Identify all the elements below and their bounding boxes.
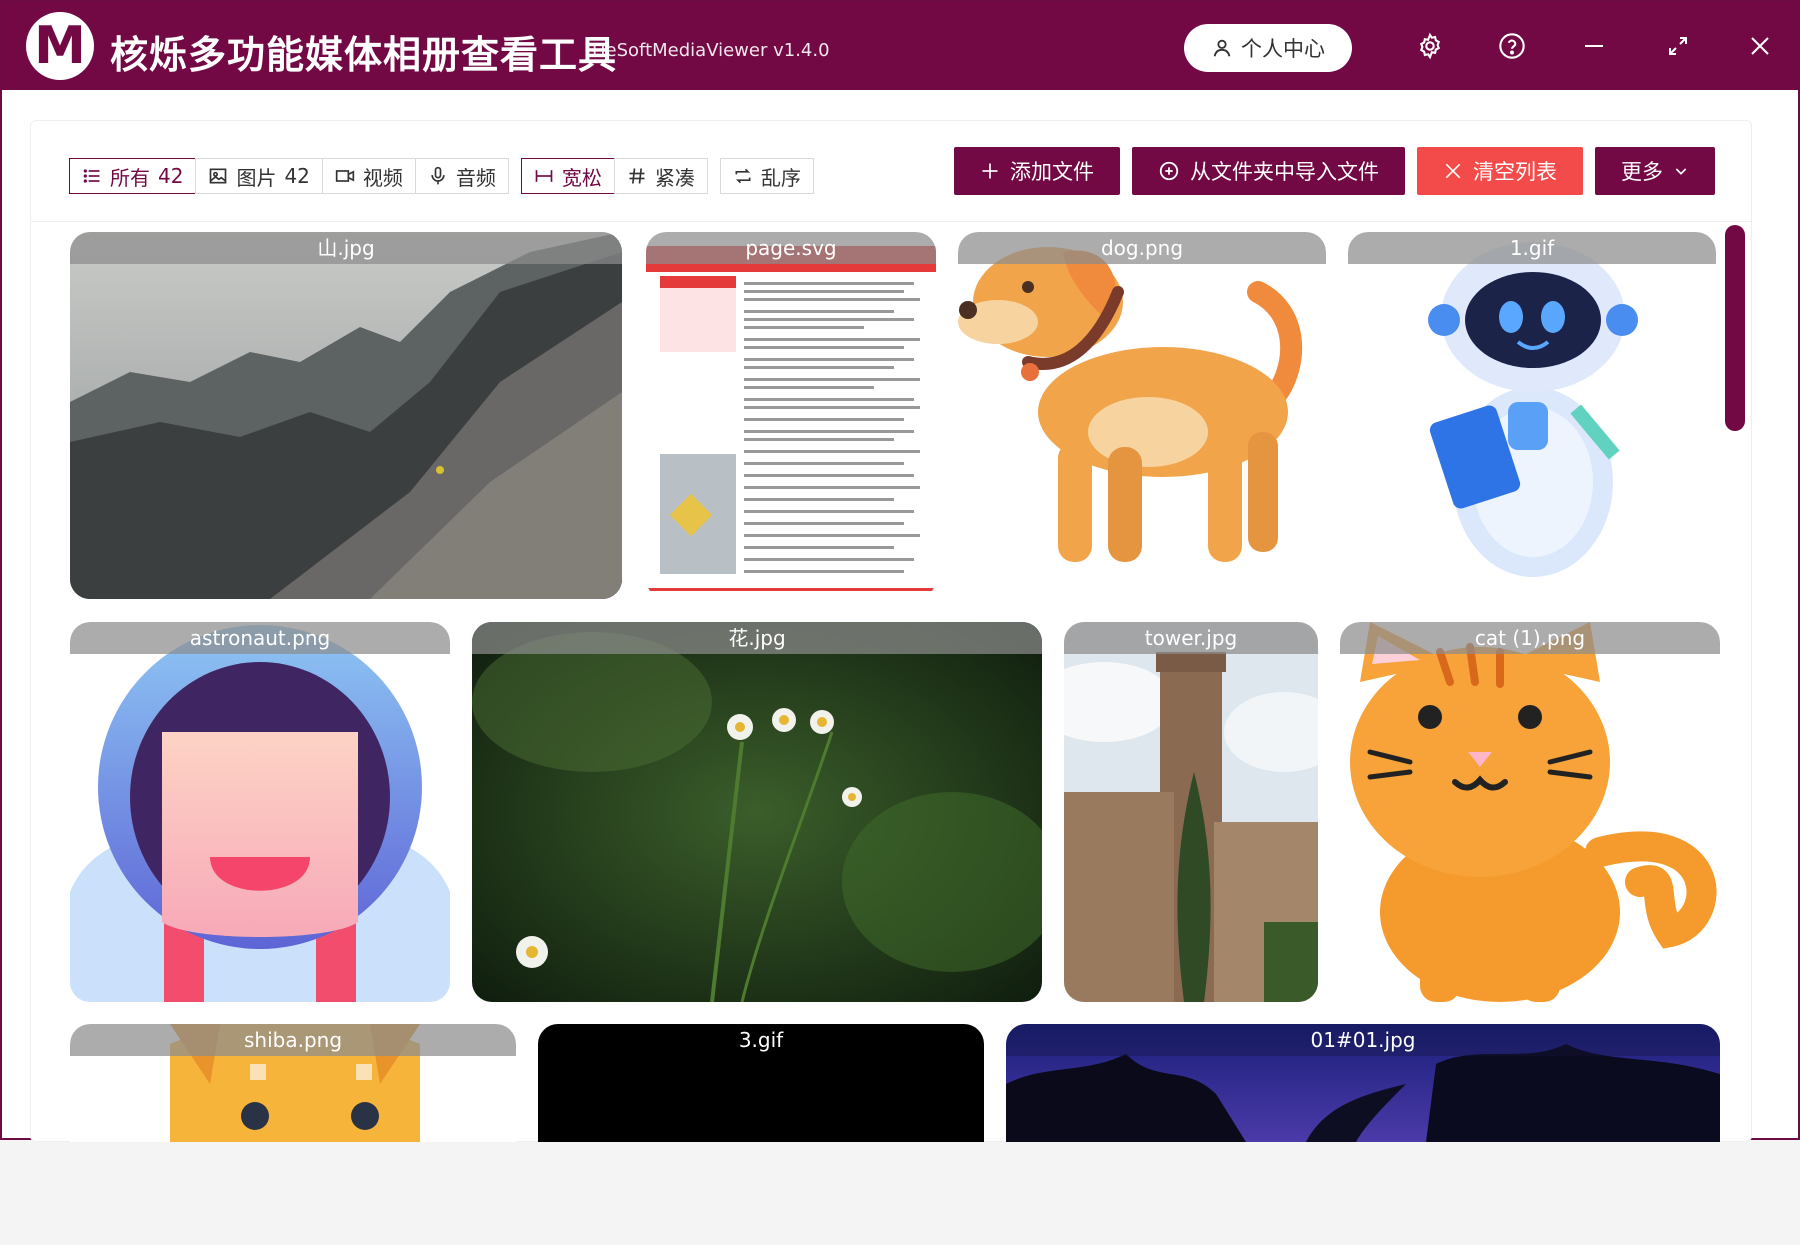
close-button[interactable] [1740, 26, 1780, 66]
media-tile-name: 01#01.jpg [1006, 1024, 1720, 1056]
filter-all-count: 42 [158, 164, 184, 188]
mountain-photo [70, 232, 622, 599]
flower-photo [472, 622, 1042, 1002]
media-tile-name: 1.gif [1348, 232, 1716, 264]
filter-toolbar: 所有 42 图片 42 视频 音频 宽松 紧凑 乱序 [69, 149, 814, 203]
media-tile-name: 3.gif [538, 1024, 984, 1056]
clear-list-label: 清空列表 [1473, 160, 1557, 184]
media-tile-shiba[interactable]: shiba.png [70, 1024, 516, 1142]
more-dropdown[interactable]: 更多 [1595, 147, 1715, 195]
filter-audio-label: 音频 [455, 165, 496, 190]
user-icon [1213, 39, 1231, 57]
repeat-icon [735, 168, 751, 184]
media-tile-gif3[interactable]: 3.gif [538, 1024, 984, 1142]
chevron-down-icon [1675, 168, 1687, 175]
more-label: 更多 [1621, 160, 1663, 184]
media-tile-night[interactable]: 01#01.jpg [1006, 1024, 1720, 1142]
toolbar-divider [31, 221, 1751, 222]
user-center-button[interactable]: 个人中心 [1184, 24, 1352, 72]
filter-all-tab[interactable]: 所有 42 [69, 158, 197, 194]
add-files-label: 添加文件 [1010, 160, 1094, 184]
hash-icon [629, 168, 645, 184]
app-version: HeSoftMediaViewer v1.4.0 [592, 40, 830, 61]
filter-video-label: 视频 [362, 165, 403, 190]
media-tile-name: 山.jpg [70, 232, 622, 264]
title-bar: M 核烁多功能媒体相册查看工具 HeSoftMediaViewer v1.4.0… [2, 2, 1798, 90]
minimize-icon [1585, 45, 1603, 47]
robot-illustration [1348, 232, 1716, 599]
plus-circle-icon [1159, 161, 1179, 181]
media-tile-astronaut[interactable]: astronaut.png [70, 622, 450, 1002]
scrollbar-track[interactable] [1725, 225, 1745, 1245]
media-tile-dog[interactable]: dog.png [958, 232, 1326, 599]
media-tile-name: tower.jpg [1064, 622, 1318, 654]
settings-button[interactable] [1410, 26, 1450, 66]
media-tile-name: cat (1).png [1340, 622, 1720, 654]
width-icon [535, 170, 553, 182]
minimize-button[interactable] [1574, 26, 1614, 66]
filter-all-label: 所有 [110, 165, 150, 190]
media-tile-name: astronaut.png [70, 622, 450, 654]
close-icon [1751, 37, 1769, 55]
import-folder-button[interactable]: 从文件夹中导入文件 [1132, 147, 1405, 195]
scrollbar-thumb[interactable] [1725, 225, 1745, 431]
media-tile-name: page.svg [646, 232, 936, 264]
layout-compact-tab[interactable]: 紧凑 [613, 158, 708, 194]
layout-loose-tab[interactable]: 宽松 [520, 158, 615, 194]
video-icon [335, 170, 355, 182]
layout-compact-label: 紧凑 [654, 165, 695, 190]
shuffle-label: 乱序 [760, 165, 801, 190]
filter-image-tab[interactable]: 图片 42 [195, 158, 323, 194]
plus-icon [982, 163, 998, 179]
expand-icon [1669, 37, 1687, 55]
filter-image-label: 图片 [236, 165, 277, 190]
media-tile-cat[interactable]: cat (1).png [1340, 622, 1720, 1002]
astronaut-illustration [70, 622, 450, 1002]
media-tile-robot[interactable]: 1.gif [1348, 232, 1716, 599]
import-folder-label: 从文件夹中导入文件 [1190, 160, 1379, 184]
layout-loose-label: 宽松 [561, 165, 602, 190]
shuffle-button[interactable]: 乱序 [719, 158, 814, 194]
app-logo: M [26, 12, 94, 80]
clear-list-button[interactable]: 清空列表 [1417, 147, 1583, 195]
action-buttons: 添加文件 从文件夹中导入文件 清空列表 更多 [954, 147, 1715, 195]
image-icon [210, 168, 227, 184]
help-button[interactable] [1492, 26, 1532, 66]
list-icon [83, 169, 100, 183]
filter-video-tab[interactable]: 视频 [321, 158, 416, 194]
media-tile-tower[interactable]: tower.jpg [1064, 622, 1318, 1002]
filter-audio-tab[interactable]: 音频 [414, 158, 509, 194]
gear-icon [1419, 32, 1441, 60]
app-window: M 核烁多功能媒体相册查看工具 HeSoftMediaViewer v1.4.0… [0, 0, 1800, 1142]
filter-image-count: 42 [284, 164, 310, 188]
close-icon [1445, 163, 1461, 179]
maximize-button[interactable] [1658, 26, 1698, 66]
help-icon [1499, 33, 1525, 59]
app-title: 核烁多功能媒体相册查看工具 [110, 33, 618, 77]
user-center-label: 个人中心 [1241, 37, 1325, 61]
document-page-thumbnail [646, 232, 936, 599]
media-tile-page[interactable]: page.svg [646, 232, 936, 599]
media-tile-name: dog.png [958, 232, 1326, 264]
cat-illustration [1340, 622, 1720, 1002]
tower-photo [1064, 622, 1318, 1002]
media-tile-name: 花.jpg [472, 622, 1042, 654]
add-files-button[interactable]: 添加文件 [954, 147, 1120, 195]
microphone-icon [431, 166, 445, 185]
media-tile-flower[interactable]: 花.jpg [472, 622, 1042, 1002]
media-tile-mountain[interactable]: 山.jpg [70, 232, 622, 599]
media-tile-name: shiba.png [70, 1024, 516, 1056]
dog-illustration [958, 232, 1326, 599]
